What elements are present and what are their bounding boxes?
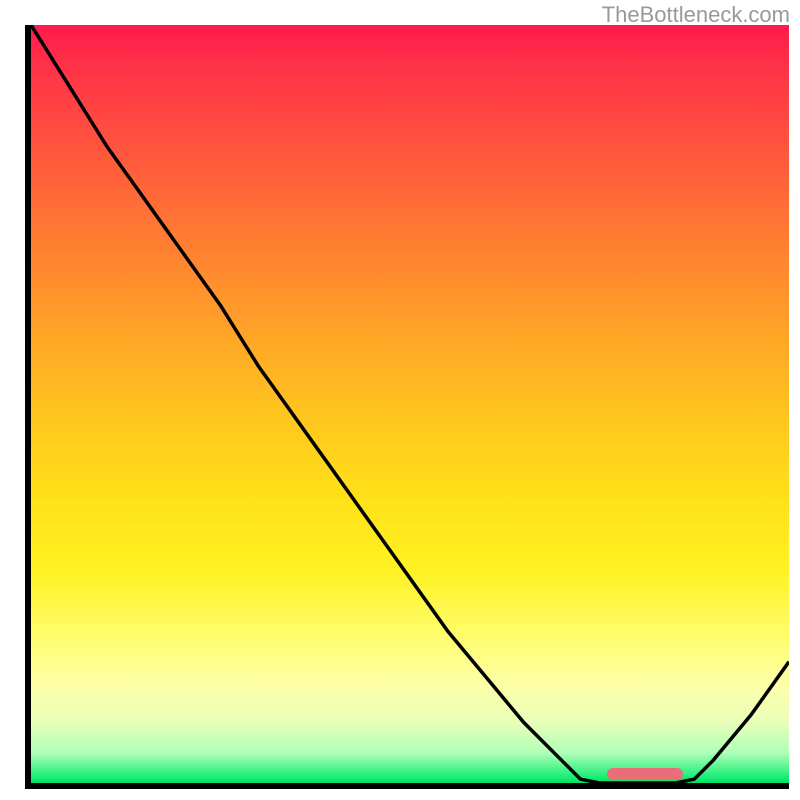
optimal-range-marker: [607, 768, 683, 780]
bottleneck-curve: [31, 25, 789, 783]
watermark-text: TheBottleneck.com: [602, 2, 790, 28]
x-axis: [25, 783, 789, 789]
